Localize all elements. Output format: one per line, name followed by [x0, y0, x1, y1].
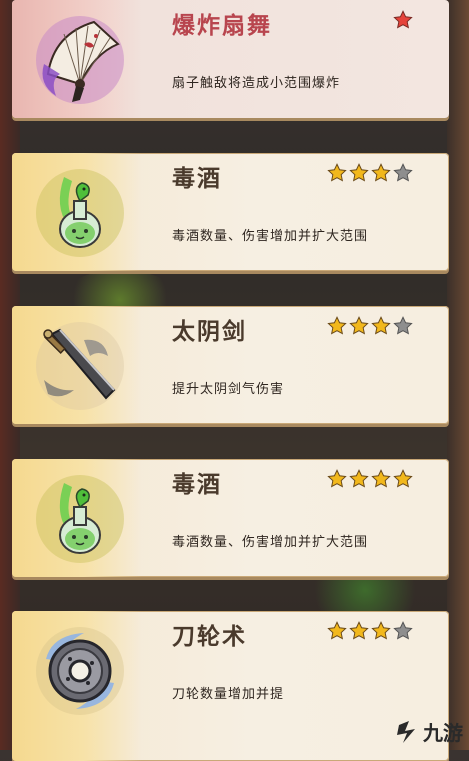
skill-description: 提升太阴剑气伤害: [172, 382, 285, 397]
star-rating: [327, 469, 413, 489]
star-icon-filled: [371, 621, 391, 640]
star-icon-filled: [327, 316, 347, 335]
star-icon-filled: [393, 469, 413, 488]
poison-bottle-icon: [36, 475, 124, 563]
star-icon-filled: [349, 469, 369, 488]
skill-card-explosive-fan[interactable]: 爆炸扇舞 扇子触敌将造成小范围爆炸: [12, 0, 449, 118]
skill-title: 太阴剑: [172, 318, 247, 345]
skill-description: 刀轮数量增加并提: [172, 687, 285, 702]
skill-card-poison-wine[interactable]: 毒酒 毒酒数量、伤害增加并扩大范围: [12, 459, 449, 577]
star-rating: [327, 316, 413, 336]
star-icon-filled: [371, 163, 391, 182]
nine-game-logo-icon: [397, 720, 415, 743]
watermark-text: 九游: [423, 721, 463, 745]
star-icon-filled: [349, 316, 369, 335]
skill-description: 毒酒数量、伤害增加并扩大范围: [172, 535, 369, 550]
skill-description: 扇子触敌将造成小范围爆炸: [172, 76, 341, 91]
star-rating: [327, 621, 413, 641]
skill-title: 刀轮术: [172, 623, 247, 650]
blade-wheel-icon: [36, 627, 124, 715]
skill-card-poison-wine[interactable]: 毒酒 毒酒数量、伤害增加并扩大范围: [12, 153, 449, 271]
background-right-edge: [447, 0, 469, 750]
sword-icon: [36, 322, 124, 410]
skill-title: 毒酒: [172, 165, 222, 192]
watermark: 九游: [395, 717, 463, 746]
star-icon-empty: [393, 621, 413, 640]
poison-bottle-icon: [36, 169, 124, 257]
star-rating: [393, 10, 413, 30]
star-icon-filled: [327, 163, 347, 182]
star-icon-filled: [327, 621, 347, 640]
star-icon-filled: [327, 469, 347, 488]
skill-description: 毒酒数量、伤害增加并扩大范围: [172, 229, 369, 244]
star-icon-filled: [371, 469, 391, 488]
skill-title: 毒酒: [172, 471, 222, 498]
skill-title: 爆炸扇舞: [172, 12, 272, 39]
star-icon-filled: [393, 10, 413, 29]
skill-card-blade-wheel[interactable]: 刀轮术 刀轮数量增加并提: [12, 611, 449, 761]
star-icon-empty: [393, 163, 413, 182]
star-icon-filled: [349, 621, 369, 640]
star-icon-filled: [349, 163, 369, 182]
star-rating: [327, 163, 413, 183]
skill-card-taiyin-sword[interactable]: 太阴剑 提升太阴剑气伤害: [12, 306, 449, 424]
fan-icon: [36, 16, 124, 104]
star-icon-empty: [393, 316, 413, 335]
star-icon-filled: [371, 316, 391, 335]
